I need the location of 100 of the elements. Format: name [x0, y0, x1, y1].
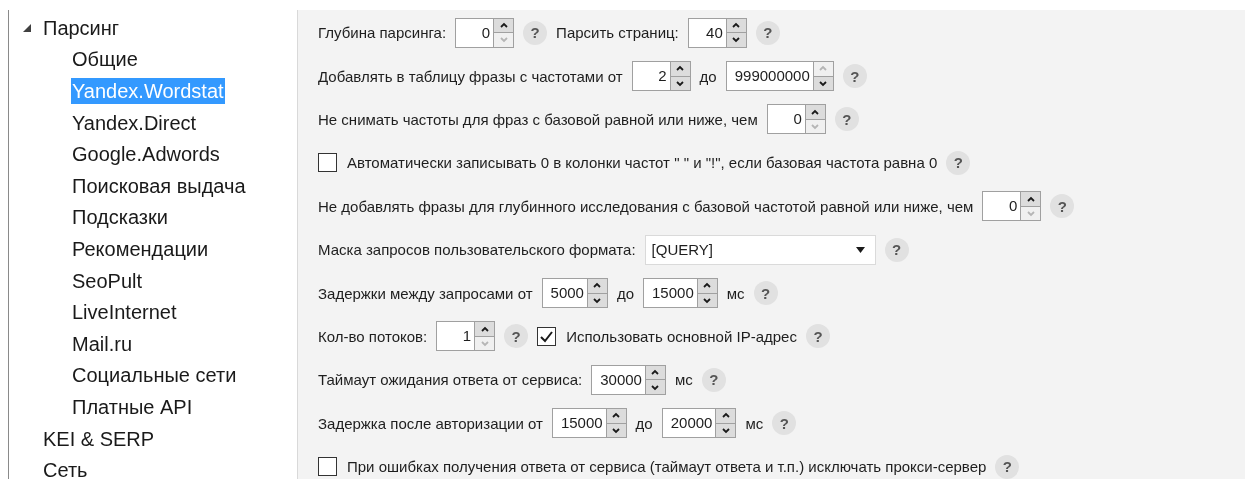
checkmark-icon: [539, 329, 555, 343]
spin-up-button[interactable]: [805, 105, 825, 119]
help-icon[interactable]: ?: [1050, 194, 1075, 219]
number-spinner[interactable]: 2: [631, 61, 691, 92]
tree-item[interactable]: Общие: [71, 46, 139, 73]
number-value: 2: [657, 66, 668, 87]
number-value: 1: [461, 326, 473, 347]
number-value: 40: [705, 22, 724, 43]
checkbox[interactable]: [537, 326, 557, 346]
help-icon[interactable]: ?: [884, 237, 909, 262]
number-spinner[interactable]: 1: [436, 321, 496, 352]
help-icon[interactable]: ?: [753, 281, 778, 306]
tree-item[interactable]: Подсказки: [71, 204, 169, 231]
tree-item[interactable]: Yandex.Direct: [71, 109, 198, 136]
tree-item[interactable]: Сеть: [42, 457, 89, 479]
chevron-down-icon: [702, 295, 713, 305]
number-spinner[interactable]: 15000: [551, 408, 627, 439]
spin-up-button[interactable]: [670, 62, 690, 76]
tree-item[interactable]: Парсинг: [42, 14, 121, 41]
help-icon[interactable]: ?: [523, 20, 548, 45]
number-value: 15000: [651, 283, 695, 304]
field-label: Парсить страниц:: [556, 24, 679, 42]
tree-item[interactable]: SeoPult: [71, 267, 144, 294]
combo-value: [QUERY]: [651, 241, 713, 259]
tree-item[interactable]: Социальные сети: [71, 362, 238, 389]
chevron-up-icon: [731, 20, 742, 30]
field-label: Не снимать частоты для фраз с базовой равной или ниже, чем: [318, 110, 758, 128]
number-value: 30000: [599, 369, 643, 390]
tree-item[interactable]: Mail.ru: [71, 330, 133, 357]
help-icon[interactable]: ?: [772, 411, 797, 436]
spin-up-button[interactable]: [645, 365, 665, 380]
field-label: мс: [726, 284, 745, 302]
help-icon[interactable]: ?: [834, 107, 859, 132]
spin-up-button[interactable]: [1021, 192, 1041, 206]
number-value: 0: [480, 22, 492, 43]
chevron-down-icon: [810, 122, 821, 132]
chevron-down-icon: [731, 35, 742, 45]
number-spinner[interactable]: 40: [687, 17, 747, 48]
tree-item[interactable]: KEI & SERP: [42, 425, 156, 452]
number-value: 0: [1008, 196, 1019, 217]
field-label: Глубина парсинга:: [318, 24, 447, 42]
number-value: 999000000: [733, 66, 811, 87]
help-icon[interactable]: ?: [946, 150, 971, 175]
field-label: Таймаут ожидания ответа от сервиса:: [318, 371, 583, 389]
checkbox-label: Использовать основной IP-адрес: [566, 327, 797, 345]
number-value: 20000: [669, 413, 714, 434]
checkbox[interactable]: [318, 457, 337, 477]
help-icon[interactable]: ?: [701, 367, 726, 392]
number-value: 0: [792, 109, 803, 130]
spin-up-button[interactable]: [587, 279, 607, 293]
spin-down-button[interactable]: [726, 32, 746, 47]
dropdown[interactable]: [QUERY]: [644, 234, 876, 265]
number-value: 5000: [549, 283, 585, 304]
field-label: Задержка после авторизации от: [318, 414, 543, 432]
number-spinner[interactable]: 30000: [591, 364, 666, 395]
checkbox[interactable]: [318, 153, 337, 173]
number-value: 15000: [559, 413, 604, 434]
number-spinner[interactable]: 5000: [541, 278, 608, 309]
tree-item[interactable]: Платные API: [71, 393, 194, 420]
chevron-down-icon: [479, 339, 490, 349]
help-icon[interactable]: ?: [842, 64, 867, 89]
dropdown-caret-icon[interactable]: [855, 246, 865, 253]
field-label: мс: [674, 371, 693, 389]
tree-item[interactable]: Поисковая выдача: [71, 172, 247, 199]
tree-item[interactable]: LiveInternet: [71, 299, 178, 326]
chevron-up-icon: [810, 107, 821, 117]
number-spinner[interactable]: 20000: [661, 408, 737, 439]
help-icon[interactable]: ?: [995, 454, 1020, 479]
number-spinner[interactable]: 15000: [643, 278, 718, 309]
number-spinner[interactable]: 0: [982, 191, 1042, 222]
spin-up-button[interactable]: [697, 279, 717, 293]
chevron-down-icon: [498, 35, 509, 45]
checkbox-label: Автоматически записывать 0 в колонки частот " " и "!", если базовая частота равна 0: [347, 154, 938, 172]
chevron-down-icon: [675, 78, 686, 88]
help-icon[interactable]: ?: [755, 20, 780, 45]
field-label: до: [635, 414, 653, 432]
spin-up-button[interactable]: [475, 322, 495, 336]
field-label: Не добавлять фразы для глубинного исследования с базовой частотой равной или ниже, чем: [318, 197, 974, 215]
number-spinner[interactable]: 0: [455, 17, 515, 48]
field-label: Добавлять в таблицу фразы с частотами от: [318, 67, 623, 85]
spin-up-button[interactable]: [606, 409, 626, 423]
tree-item[interactable]: Рекомендации: [71, 235, 210, 262]
spin-up-button[interactable]: [726, 18, 746, 33]
field-label: Задержки между запросами от: [318, 284, 533, 302]
field-label: до: [699, 67, 717, 85]
field-label: мс: [745, 414, 764, 432]
field-label: до: [616, 284, 635, 302]
chevron-down-icon: [650, 382, 661, 392]
spin-up-button[interactable]: [494, 18, 514, 33]
number-spinner[interactable]: 999000000: [725, 61, 834, 92]
field-label: Кол-во потоков:: [318, 327, 428, 345]
spin-up-button[interactable]: [716, 409, 736, 423]
tree-item[interactable]: Google.Adwords: [71, 141, 221, 168]
spin-down-button[interactable]: [645, 379, 665, 394]
chevron-up-icon: [1025, 194, 1036, 204]
number-spinner[interactable]: 0: [766, 104, 826, 135]
help-icon[interactable]: ?: [504, 324, 529, 349]
help-icon[interactable]: ?: [805, 324, 830, 349]
chevron-up-icon: [498, 20, 509, 30]
chevron-down-icon: [592, 295, 603, 305]
